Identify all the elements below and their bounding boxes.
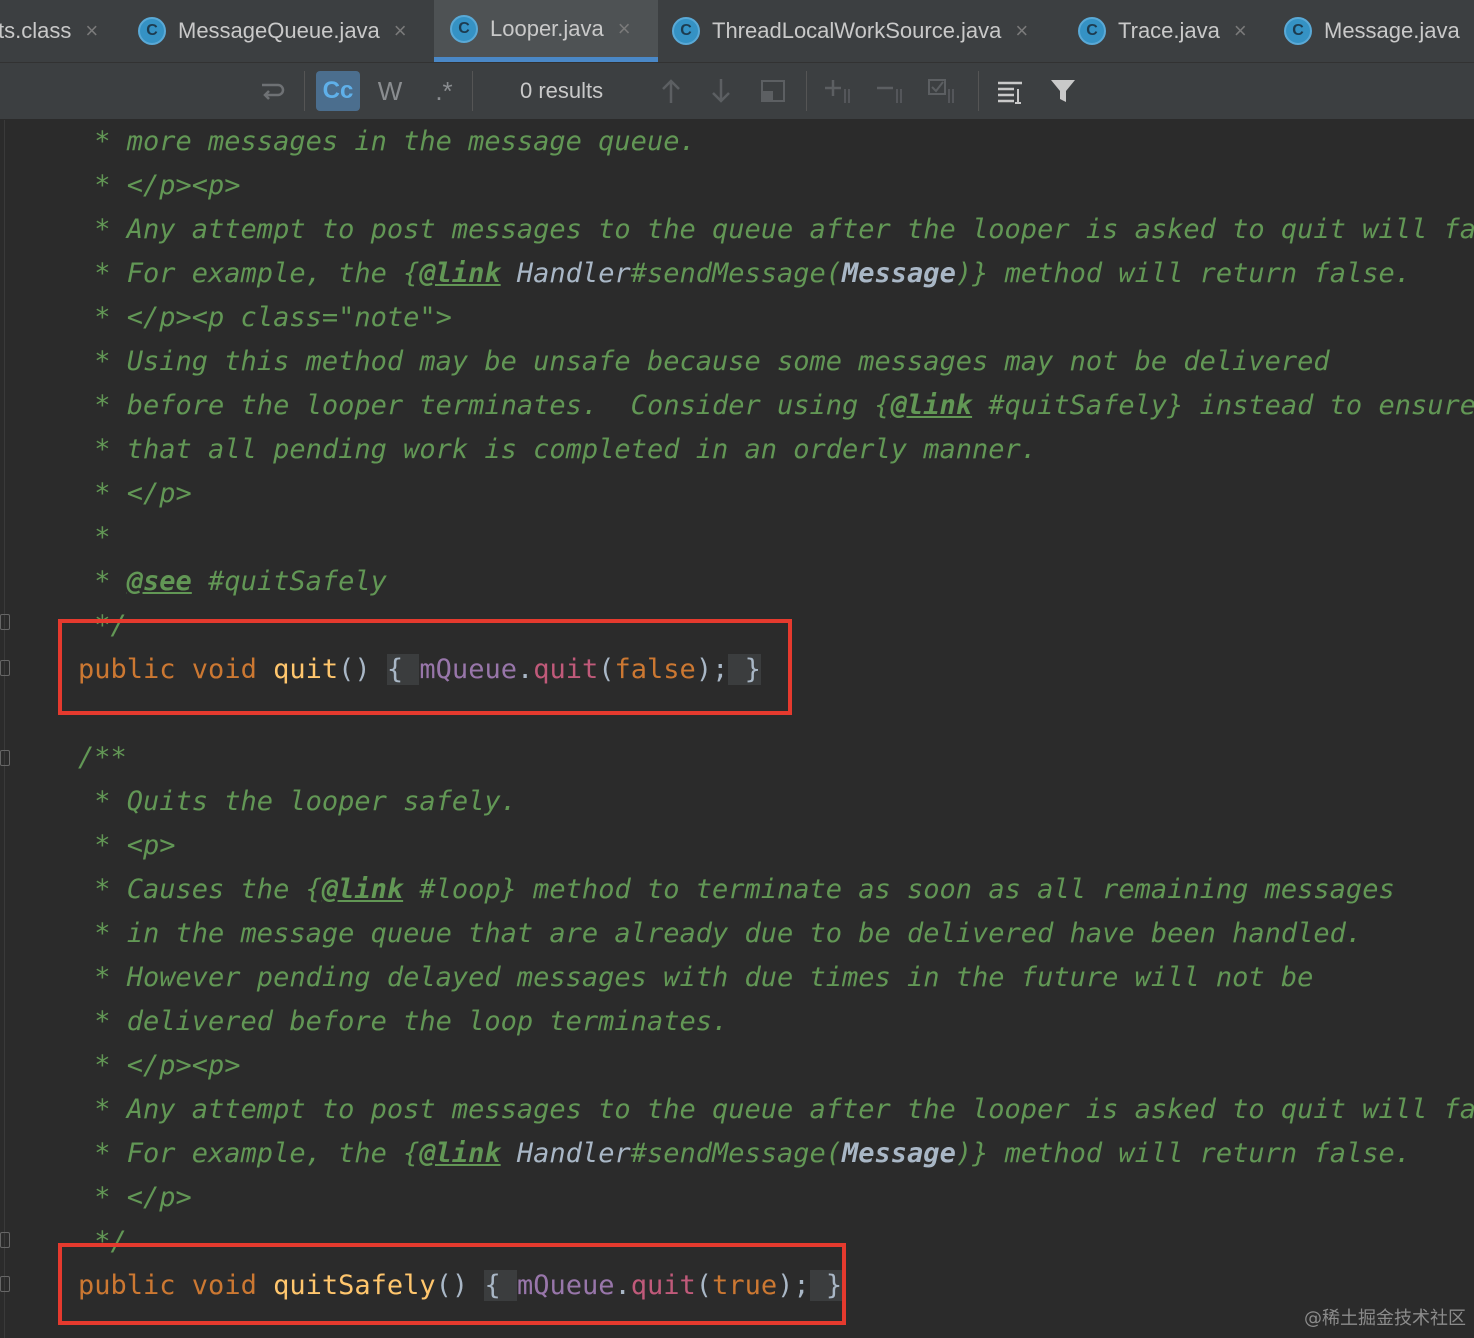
toggle-selection-icon[interactable] xyxy=(926,71,962,111)
wrap-icon[interactable] xyxy=(254,71,290,111)
filter-lines-icon[interactable] xyxy=(994,71,1028,111)
code-token: #loop} method to terminate as soon as al… xyxy=(403,874,1395,905)
code-token: Message xyxy=(842,258,956,289)
close-icon[interactable]: × xyxy=(394,18,407,44)
highlight-box-quitsafely xyxy=(58,1243,846,1325)
code-line: * xyxy=(78,522,111,553)
code-token: #sendMessage( xyxy=(630,1138,843,1169)
class-icon: C xyxy=(1284,17,1312,45)
toolbar-divider xyxy=(978,71,979,111)
code-line: * delivered before the loop terminates. xyxy=(78,1006,729,1037)
tab-looper-java[interactable]: C Looper.java × xyxy=(434,0,658,62)
code-token: #quitSafely xyxy=(191,566,387,597)
fold-marker-icon[interactable] xyxy=(0,660,10,676)
javadoc-see-tag[interactable]: @see xyxy=(127,566,192,597)
javadoc-link-tag[interactable]: @link xyxy=(891,390,972,421)
code-line: * For example, the {@link Handler#sendMe… xyxy=(78,1132,1411,1176)
regex-button[interactable]: .* xyxy=(424,71,464,111)
code-token: )} method will return false. xyxy=(955,1138,1411,1169)
class-icon: C xyxy=(1078,17,1106,45)
close-icon[interactable]: × xyxy=(1015,18,1028,44)
tab-label: Message.java xyxy=(1324,18,1460,43)
code-line: * </p><p class="note"> xyxy=(78,302,452,333)
tab-label: ThreadLocalWorkSource.java xyxy=(712,18,1002,43)
code-token: )} method will return false. xyxy=(955,258,1411,289)
arrow-down-icon[interactable] xyxy=(706,71,736,111)
code-line: * more messages in the message queue. xyxy=(78,126,696,157)
add-selection-icon[interactable] xyxy=(822,71,858,111)
code-token: * before the looper terminates. Consider… xyxy=(78,390,891,421)
javadoc-link-tag[interactable]: @link xyxy=(419,1138,500,1169)
code-line: * Any attempt to post messages to the qu… xyxy=(78,214,1474,245)
match-case-button[interactable]: Cc xyxy=(316,71,360,111)
code-editor[interactable]: * more messages in the message queue. * … xyxy=(0,120,1474,1338)
toolbar-divider xyxy=(472,71,473,111)
tab-label: ts.class xyxy=(0,18,72,43)
class-icon: C xyxy=(672,17,700,45)
tab-label: MessageQueue.java xyxy=(178,18,380,43)
code-token: * For example, the { xyxy=(78,1138,420,1169)
fold-marker-icon[interactable] xyxy=(0,1232,10,1248)
code-token: * xyxy=(78,566,127,597)
code-token: Message xyxy=(842,1138,956,1169)
close-icon[interactable]: × xyxy=(85,18,98,44)
filter-icon[interactable] xyxy=(1046,71,1080,111)
code-line: * However pending delayed messages with … xyxy=(78,962,1314,993)
code-line: * that all pending work is completed in … xyxy=(78,434,1038,465)
tab-messagequeue-java[interactable]: C MessageQueue.java × xyxy=(138,0,407,62)
code-line: * For example, the {@link Handler#sendMe… xyxy=(78,252,1411,296)
code-line: * </p> xyxy=(78,478,192,509)
select-all-occurrences-icon[interactable] xyxy=(758,71,788,111)
code-token: * Causes the { xyxy=(78,874,322,905)
close-icon[interactable]: × xyxy=(618,16,631,42)
fold-marker-icon[interactable] xyxy=(0,750,10,766)
code-line: * Any attempt to post messages to the qu… xyxy=(78,1094,1474,1125)
tab-trace-java[interactable]: C Trace.java × xyxy=(1078,0,1247,62)
code-line: /** xyxy=(78,742,127,773)
toolbar-divider xyxy=(304,71,305,111)
javadoc-link-tag[interactable]: @link xyxy=(322,874,403,905)
toolbar-divider xyxy=(806,71,807,111)
whole-words-button[interactable]: W xyxy=(370,71,410,111)
code-line: * in the message queue that are already … xyxy=(78,918,1363,949)
close-icon[interactable]: × xyxy=(1234,18,1247,44)
code-line: * Quits the looper safely. xyxy=(78,786,517,817)
editor-tab-bar: ts.class × C MessageQueue.java × C Loope… xyxy=(0,0,1474,63)
fold-marker-icon[interactable] xyxy=(0,614,10,630)
code-token: Handler xyxy=(500,1138,631,1169)
code-token: * For example, the { xyxy=(78,258,420,289)
code-line: * <p> xyxy=(78,830,176,861)
remove-selection-icon[interactable] xyxy=(874,71,910,111)
tab-message-java[interactable]: C Message.java xyxy=(1284,0,1460,62)
code-line: * Using this method may be unsafe becaus… xyxy=(78,346,1330,377)
tab-ts-class[interactable]: ts.class × xyxy=(0,0,98,62)
tab-label: Looper.java xyxy=(490,15,604,41)
tab-label: Trace.java xyxy=(1118,18,1220,43)
code-line: * </p> xyxy=(78,1182,192,1213)
code-line: * Causes the {@link #loop} method to ter… xyxy=(78,868,1395,912)
class-icon: C xyxy=(450,14,478,43)
code-token: #quitSafely} instead to ensure xyxy=(972,390,1474,421)
find-toolbar: Cc W .* 0 results xyxy=(0,63,1474,120)
search-results-count: 0 results xyxy=(520,78,604,103)
code-line: * @see #quitSafely xyxy=(78,560,387,604)
class-icon: C xyxy=(138,17,166,45)
gutter xyxy=(4,120,5,1338)
arrow-up-icon[interactable] xyxy=(656,71,686,111)
javadoc-link-tag[interactable]: @link xyxy=(419,258,500,289)
highlight-box-quit xyxy=(58,619,792,715)
fold-marker-icon[interactable] xyxy=(0,1276,10,1292)
code-line: * </p><p> xyxy=(78,1050,241,1081)
code-line: * </p><p> xyxy=(78,170,241,201)
code-line: * before the looper terminates. Consider… xyxy=(78,384,1474,428)
watermark: @稀土掘金技术社区 xyxy=(1304,1308,1466,1329)
code-token: #sendMessage( xyxy=(630,258,843,289)
tab-threadlocalworksource-java[interactable]: C ThreadLocalWorkSource.java × xyxy=(672,0,1028,62)
code-token: Handler xyxy=(500,258,631,289)
